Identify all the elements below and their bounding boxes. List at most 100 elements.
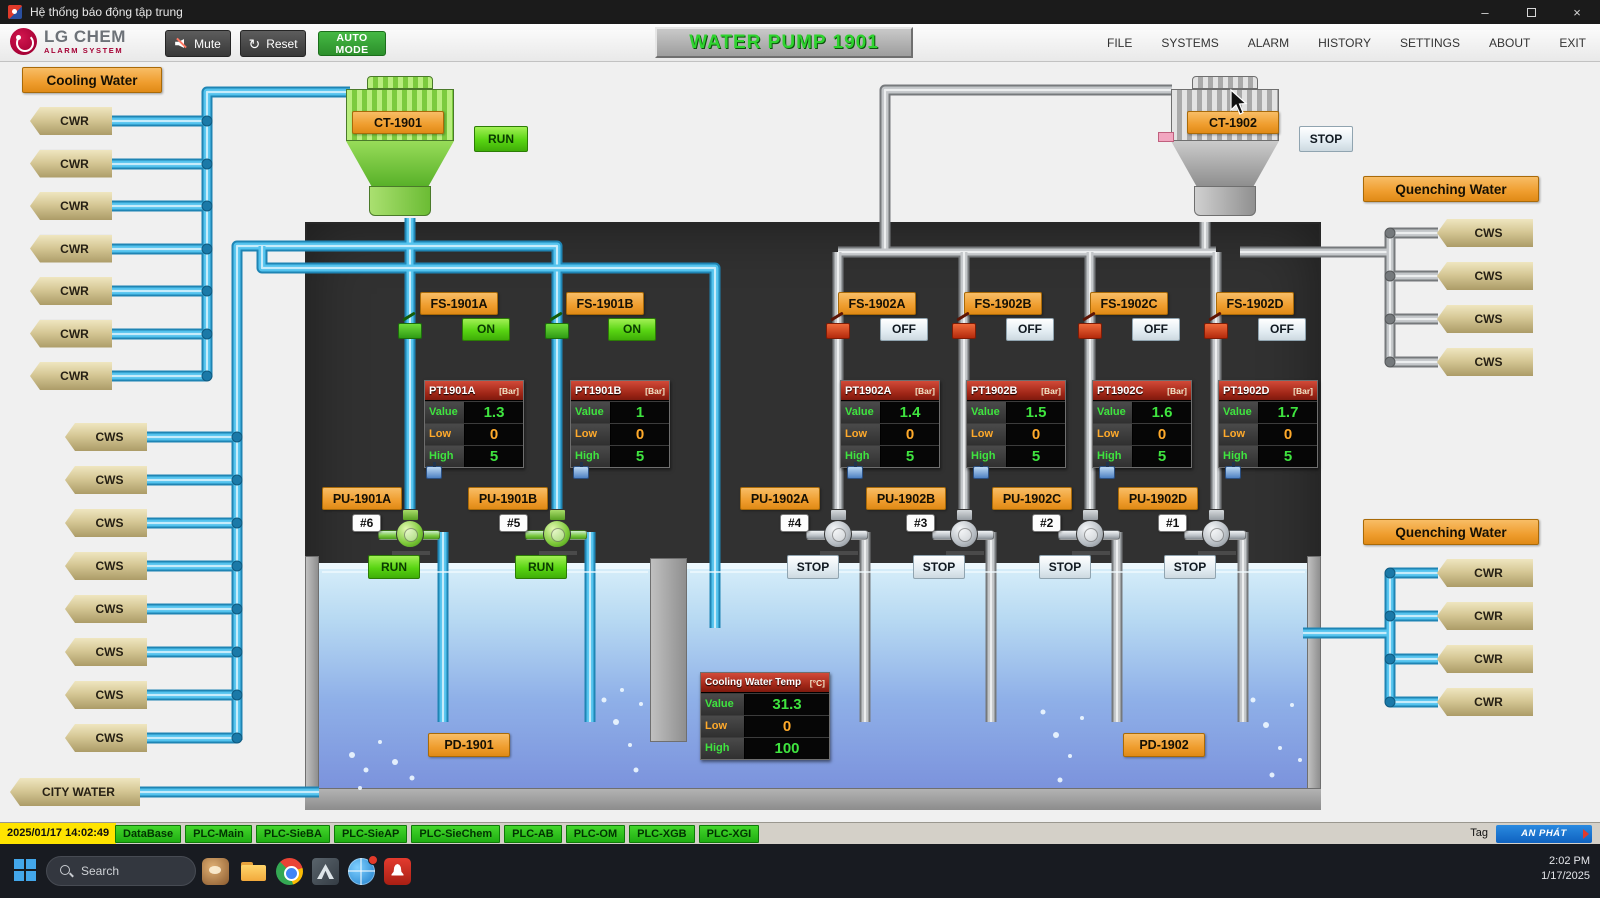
start-button[interactable]: [14, 859, 36, 881]
clock-time: 2:02 PM: [1549, 855, 1590, 867]
cooling-water-header: Cooling Water: [22, 67, 162, 93]
cwr-tag: CWR: [30, 235, 112, 263]
paint-app-icon[interactable]: [202, 858, 229, 885]
cws-tag: CWS: [1437, 348, 1533, 376]
search-input[interactable]: Search: [46, 856, 196, 886]
menu-item[interactable]: ABOUT: [1489, 36, 1530, 50]
menu-item[interactable]: SETTINGS: [1400, 36, 1460, 50]
maximize-icon: [1527, 8, 1536, 17]
clock-date: 1/17/2025: [1541, 870, 1590, 882]
tia-portal-icon[interactable]: [312, 858, 339, 885]
plc-status-button[interactable]: PLC-SieChem: [411, 825, 500, 843]
reset-label: Reset: [266, 37, 297, 51]
pu-1901a-state-button[interactable]: RUN: [368, 555, 420, 579]
fs-1902d-state-button[interactable]: OFF: [1258, 318, 1306, 341]
pu-1902a-state-button[interactable]: STOP: [787, 555, 839, 579]
close-button[interactable]: ×: [1554, 0, 1600, 24]
maximize-button[interactable]: [1508, 0, 1554, 24]
alarm-app-icon[interactable]: [384, 858, 411, 885]
pu-1902d-label: PU-1902D: [1118, 487, 1198, 510]
globe-app-icon[interactable]: [348, 858, 375, 885]
menu-item[interactable]: SYSTEMS: [1161, 36, 1218, 50]
fs-1902c-state-button[interactable]: OFF: [1132, 318, 1180, 341]
temp-low: 0: [745, 716, 829, 737]
fs-1901a-state-button[interactable]: ON: [462, 318, 510, 341]
plc-status-button[interactable]: PLC-OM: [566, 825, 625, 843]
pt1901b-value: 1: [611, 402, 669, 423]
city-water-column: CITY WATER: [10, 778, 140, 806]
plc-status-button[interactable]: PLC-AB: [504, 825, 562, 843]
pt1902c-low: 0: [1133, 424, 1191, 445]
cws-tag: CWS: [65, 595, 147, 623]
fs-1902b-state-button[interactable]: OFF: [1006, 318, 1054, 341]
plc-status-button[interactable]: PLC-Main: [185, 825, 252, 843]
reset-button[interactable]: ↻ Reset: [240, 30, 306, 57]
pt1901a-high: 5: [465, 446, 523, 467]
pump-number-badge: #5: [499, 514, 528, 532]
fs-1902c-valve-icon: [1077, 316, 1103, 340]
pu-1902a-label: PU-1902A: [740, 487, 820, 510]
pu-1902c-state-button[interactable]: STOP: [1039, 555, 1091, 579]
ct1901-label: CT-1901: [352, 111, 444, 134]
plc-status-button[interactable]: PLC-XGB: [629, 825, 695, 843]
status-bar: 2025/01/17 14:02:49 DataBasePLC-MainPLC-…: [0, 822, 1600, 844]
pu-1901b-label: PU-1901B: [468, 487, 548, 510]
pu-1901b-state-button[interactable]: RUN: [515, 555, 567, 579]
plc-status-button[interactable]: PLC-XGI: [699, 825, 760, 843]
pu-1902d-state-button[interactable]: STOP: [1164, 555, 1216, 579]
file-explorer-icon[interactable]: [240, 858, 267, 885]
menu-item[interactable]: ALARM: [1248, 36, 1289, 50]
cooling-water-temp-panel: Cooling Water Temp[°C] Value31.3 Low0 Hi…: [700, 672, 830, 760]
cws-tag: CWS: [1437, 262, 1533, 290]
fs-1901b-valve-icon: [544, 316, 570, 340]
plc-status-row: DataBasePLC-MainPLC-SieBAPLC-SieAPPLC-Si…: [115, 825, 759, 843]
pt1901b-low: 0: [611, 424, 669, 445]
cws-tag: CWS: [1437, 219, 1533, 247]
pu-1902b-state-button[interactable]: STOP: [913, 555, 965, 579]
pump-number-badge: #3: [906, 514, 935, 532]
pt1901a-low: 0: [465, 424, 523, 445]
pump-number-badge: #4: [780, 514, 809, 532]
pt1902b-low: 0: [1007, 424, 1065, 445]
pt1902a-value: 1.4: [881, 402, 939, 423]
ct1902-state-button[interactable]: STOP: [1299, 126, 1353, 152]
menu-item[interactable]: HISTORY: [1318, 36, 1371, 50]
fs-1902a-state-button[interactable]: OFF: [880, 318, 928, 341]
quench-cwr-column: CWRCWRCWRCWR: [1437, 559, 1533, 716]
plc-status-button[interactable]: PLC-SieAP: [334, 825, 407, 843]
cwr-tag: CWR: [1437, 602, 1533, 630]
level-indicator: [1158, 132, 1174, 142]
mute-icon: [175, 37, 188, 50]
pump-pu1902b: #3: [906, 508, 996, 556]
fs-1901a-label: FS-1901A: [420, 292, 498, 315]
pt1901b-panel: PT1901B[Bar] Value1 Low0 High5: [570, 380, 670, 468]
quenching-water-header-top: Quenching Water: [1363, 176, 1539, 202]
ct1901-state-button[interactable]: RUN: [474, 126, 528, 152]
auto-mode-button[interactable]: AUTO MODE: [318, 31, 386, 56]
mini-valve-icon: [973, 466, 989, 479]
page-title: WATER PUMP 1901: [655, 27, 913, 58]
plc-status-button[interactable]: DataBase: [115, 825, 181, 843]
cwr-tag: CWR: [1437, 559, 1533, 587]
cws-tag: CWS: [65, 724, 147, 752]
menu-item[interactable]: FILE: [1107, 36, 1132, 50]
pump-pu1902a: #4: [780, 508, 870, 556]
minimize-button[interactable]: –: [1462, 0, 1508, 24]
cws-tag-column: CWSCWSCWSCWSCWSCWSCWSCWS: [65, 423, 147, 752]
mute-button[interactable]: Mute: [165, 30, 231, 57]
cws-tag: CWS: [65, 423, 147, 451]
pu-1902c-label: PU-1902C: [992, 487, 1072, 510]
windows-taskbar: Search 2:02 PM 1/17/2025: [0, 844, 1600, 898]
taskbar-clock[interactable]: 2:02 PM 1/17/2025: [1541, 854, 1590, 884]
browser-icon[interactable]: [276, 858, 303, 885]
quench-cws-column: CWSCWSCWSCWS: [1437, 219, 1533, 376]
cooling-tower-ct1902: [1158, 76, 1293, 224]
lg-logo-icon: [10, 28, 37, 55]
app-icon: [8, 5, 22, 19]
plc-status-button[interactable]: PLC-SieBA: [256, 825, 330, 843]
brand-logo: LG CHEM ALARM SYSTEM: [10, 28, 126, 55]
brand-subtitle: ALARM SYSTEM: [44, 47, 126, 55]
menu-item[interactable]: EXIT: [1559, 36, 1586, 50]
city-water-tag: CITY WATER: [10, 778, 140, 806]
fs-1901b-state-button[interactable]: ON: [608, 318, 656, 341]
